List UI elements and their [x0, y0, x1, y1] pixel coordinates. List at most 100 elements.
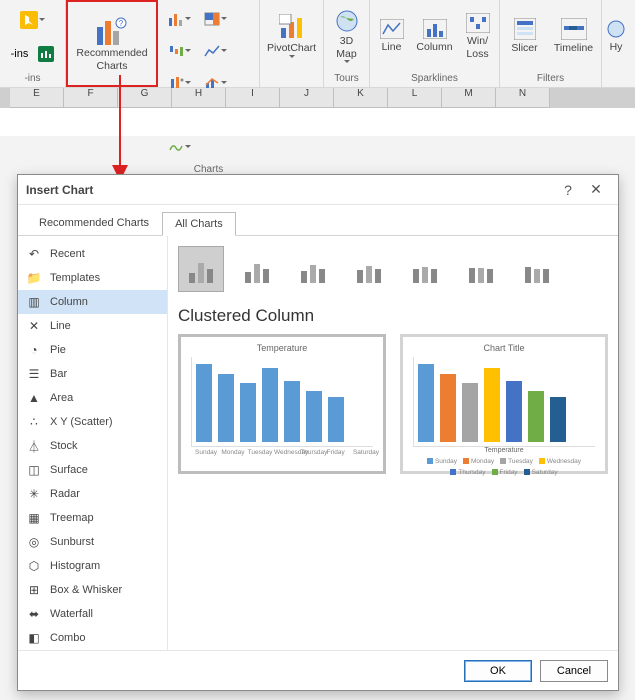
column-header[interactable]: K	[334, 88, 388, 108]
column-header[interactable]: H	[172, 88, 226, 108]
dialog-footer: OK Cancel	[18, 650, 618, 690]
column-header[interactable]: G	[118, 88, 172, 108]
ribbon-group-links: Hy	[602, 0, 630, 87]
slicer-button[interactable]: Slicer	[503, 7, 547, 67]
sidebar-item-label: Treemap	[50, 512, 94, 524]
dialog-titlebar: Insert Chart ? ✕	[18, 175, 618, 205]
column-header[interactable]: N	[496, 88, 550, 108]
subtype-2[interactable]	[290, 246, 336, 292]
pie-icon: ◔	[26, 342, 42, 358]
bing-maps-icon[interactable]	[16, 5, 50, 35]
bar	[262, 368, 278, 442]
recommended-charts-button[interactable]: ? Recommended Charts	[66, 0, 158, 87]
sidebar-item-radar[interactable]: ✳Radar	[18, 482, 167, 506]
sidebar-item-column[interactable]: ▥ Column	[18, 290, 167, 314]
close-button[interactable]: ✕	[582, 181, 610, 198]
ribbon-group-addins: -ins -ins	[0, 0, 66, 87]
sidebar-item-combo[interactable]: ◧ Combo	[18, 626, 167, 650]
sparkline-line-button[interactable]: Line	[373, 7, 411, 67]
tab-recommended[interactable]: Recommended Charts	[26, 211, 162, 235]
subtype-5[interactable]	[458, 246, 504, 292]
sparkline-column-button[interactable]: Column	[413, 7, 457, 67]
3d-map-button[interactable]: 3D Map	[326, 5, 368, 69]
chart-waterfall-small[interactable]	[162, 36, 196, 66]
sidebar-item-stock[interactable]: ⏃Stock	[18, 434, 167, 458]
ribbon-group-label: -ins	[24, 71, 40, 87]
sidebar-item-histogram[interactable]: ⬡Histogram	[18, 554, 167, 578]
ribbon-group-sparklines: Line Column Win/ Loss Sparklines	[370, 0, 500, 87]
sidebar-item-line[interactable]: ✕Line	[18, 314, 167, 338]
subtype-6[interactable]	[514, 246, 560, 292]
bar	[218, 374, 234, 442]
subtype-4[interactable]	[402, 246, 448, 292]
sidebar-item-label: Column	[50, 296, 88, 308]
people-graph-icon[interactable]	[34, 39, 58, 69]
treemap-icon: ▦	[26, 510, 42, 526]
bar	[306, 391, 322, 442]
bar	[440, 374, 456, 442]
pivotchart-icon	[279, 14, 305, 40]
ribbon: -ins -ins ? Recommended Charts Charts	[0, 0, 635, 88]
radar-icon: ✳	[26, 486, 42, 502]
sidebar-item-treemap[interactable]: ▦ Treemap	[18, 506, 167, 530]
sidebar-item-area[interactable]: ▲Area	[18, 386, 167, 410]
chart-surface-small[interactable]	[162, 132, 196, 162]
svg-text:?: ?	[119, 19, 124, 28]
surface-icon: ◫	[26, 462, 42, 478]
sidebar-item-templates[interactable]: 📁Templates	[18, 266, 167, 290]
bar-icon: ☰	[26, 366, 42, 382]
sidebar-item-label: Box & Whisker	[50, 584, 122, 596]
chart-category-sidebar: ↶Recent📁Templates ▥ Column ✕Line◔Pie☰Bar▲Ar…	[18, 236, 168, 650]
column-header[interactable]: I	[226, 88, 280, 108]
chart-preview-1[interactable]: TemperatureSundayMondayTuesdayWednesdayT…	[178, 334, 386, 474]
tab-all-charts[interactable]: All Charts	[162, 212, 236, 236]
sidebar-item-bar[interactable]: ☰Bar	[18, 362, 167, 386]
sidebar-item-label: X Y (Scatter)	[50, 416, 113, 428]
sidebar-item-label: Combo	[50, 632, 85, 644]
chart-hierarchy-small[interactable]	[198, 4, 232, 34]
templates-icon: 📁	[26, 270, 42, 286]
sidebar-item-surface[interactable]: ◫Surface	[18, 458, 167, 482]
subtype-3[interactable]	[346, 246, 392, 292]
sidebar-item-recent[interactable]: ↶Recent	[18, 242, 167, 266]
addins-button[interactable]: -ins	[8, 39, 32, 69]
sparkline-winloss-button[interactable]: Win/ Loss	[459, 7, 497, 67]
sidebar-item-sunburst[interactable]: ◎Sunburst	[18, 530, 167, 554]
ok-button[interactable]: OK	[464, 660, 532, 682]
column-icon: ▥	[26, 294, 42, 310]
sidebar-item-label: Waterfall	[50, 608, 93, 620]
help-button[interactable]: ?	[554, 182, 582, 198]
chart-preview-2[interactable]: Chart TitleTemperatureSundayMondayTuesda…	[400, 334, 608, 474]
chart-column-small[interactable]	[162, 4, 196, 34]
column-header[interactable]: M	[442, 88, 496, 108]
sidebar-item-box[interactable]: ⊞Box & Whisker	[18, 578, 167, 602]
worksheet-grid[interactable]: EFGHIJKLMN	[0, 88, 635, 136]
pivotchart-button[interactable]: PivotChart	[260, 0, 324, 87]
column-header[interactable]: E	[10, 88, 64, 108]
bar	[418, 364, 434, 442]
bar	[196, 364, 212, 442]
subtype-0[interactable]	[178, 246, 224, 292]
bar	[506, 381, 522, 443]
bar	[462, 383, 478, 442]
column-header[interactable]: L	[388, 88, 442, 108]
ribbon-group-filters: Slicer Timeline Filters	[500, 0, 602, 87]
hyperlink-button[interactable]: Hy	[604, 7, 628, 67]
combo-icon: ◧	[26, 630, 42, 646]
bar	[328, 397, 344, 442]
column-header[interactable]: J	[280, 88, 334, 108]
cancel-button[interactable]: Cancel	[540, 660, 608, 682]
sidebar-item-xy[interactable]: ∴ X Y (Scatter)	[18, 410, 167, 434]
sidebar-item-waterfall[interactable]: ⬌ Waterfall	[18, 602, 167, 626]
bar	[284, 381, 300, 443]
sidebar-item-label: Recent	[50, 248, 85, 260]
column-header[interactable]: F	[64, 88, 118, 108]
map-3d-icon	[335, 9, 359, 33]
subtype-1[interactable]	[234, 246, 280, 292]
ribbon-group-tours: 3D Map Tours	[324, 0, 370, 87]
chart-line-small[interactable]	[198, 36, 232, 66]
waterfall-icon: ⬌	[26, 606, 42, 622]
sidebar-item-pie[interactable]: ◔Pie	[18, 338, 167, 362]
timeline-button[interactable]: Timeline	[549, 7, 599, 67]
xy-icon: ∴	[26, 414, 42, 430]
